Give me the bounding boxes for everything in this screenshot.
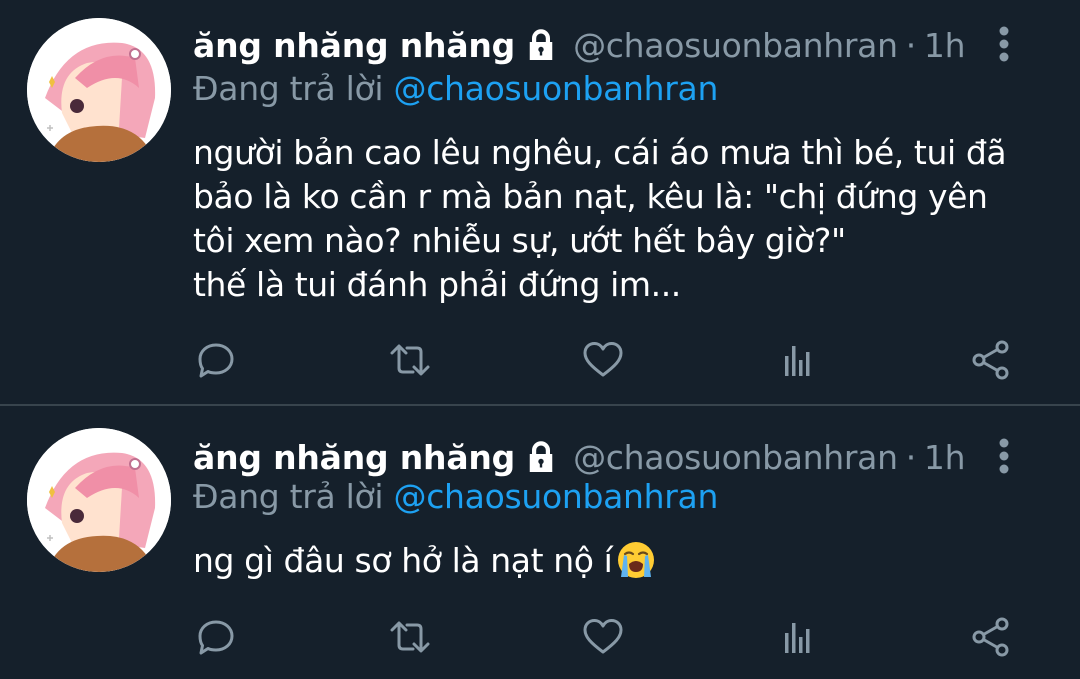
analytics-icon (785, 346, 810, 376)
reply-icon (198, 620, 234, 655)
reply-button[interactable] (191, 612, 241, 662)
retweet-button[interactable] (385, 335, 435, 385)
tweet-text-line: ng gì đâu sơ hở là nạt nộ í (193, 539, 1050, 583)
loudly-crying-face-emoji-icon (618, 542, 655, 578)
analytics-button[interactable] (771, 612, 821, 662)
display-name[interactable]: ăng nhăng nhăng (193, 26, 515, 65)
reply-mention-link[interactable]: @chaosuonbanhran (394, 477, 719, 516)
user-handle[interactable]: @chaosuonbanhran (573, 26, 898, 65)
timestamp[interactable]: 1h (924, 438, 966, 477)
reply-mention-link[interactable]: @chaosuonbanhran (394, 69, 719, 108)
analytics-button[interactable] (771, 335, 821, 385)
more-vertical-icon[interactable] (996, 24, 1012, 64)
tweet-header: ăng nhăng nhăng @chaosuonbanhran · 1h (193, 434, 1060, 480)
separator-dot: · (905, 437, 917, 477)
replying-to: Đang trả lời @chaosuonbanhran (193, 477, 718, 521)
tweet-item[interactable]: ăng nhăng nhăng @chaosuonbanhran · 1h Đa… (0, 406, 1080, 679)
share-button[interactable] (966, 335, 1016, 385)
tweet-text-content: ng gì đâu sơ hở là nạt nộ í (193, 541, 613, 580)
anime-pink-hair-avatar-icon (27, 428, 171, 572)
lock-icon (529, 441, 553, 472)
tweet-text-line: bảo là ko cần r mà bản nạt, kêu là: "chị… (193, 177, 988, 216)
replying-to: Đang trả lời @chaosuonbanhran (193, 69, 718, 113)
more-vertical-icon[interactable] (996, 436, 1012, 476)
avatar[interactable] (27, 18, 171, 162)
tweet-header: ăng nhăng nhăng @chaosuonbanhran · 1h (193, 22, 1060, 68)
user-handle[interactable]: @chaosuonbanhran (573, 438, 898, 477)
tweet-text-line: người bản cao lêu nghêu, cái áo mưa thì … (193, 133, 1007, 172)
reply-icon (198, 343, 234, 378)
timestamp[interactable]: 1h (924, 26, 966, 65)
tweet-text: người bản cao lêu nghêu, cái áo mưa thì … (193, 131, 1050, 307)
reply-button[interactable] (191, 335, 241, 385)
heart-icon (583, 342, 623, 377)
avatar[interactable] (27, 428, 171, 572)
tweet-text: ng gì đâu sơ hở là nạt nộ í (193, 539, 1050, 583)
tweet-feed: ăng nhăng nhăng @chaosuonbanhran · 1h Đa… (0, 0, 1080, 679)
separator-dot: · (905, 25, 917, 65)
tweet-actions (0, 612, 1080, 662)
retweet-icon (390, 344, 430, 376)
tweet-item[interactable]: ăng nhăng nhăng @chaosuonbanhran · 1h Đa… (0, 0, 1080, 404)
share-icon (972, 340, 1009, 380)
share-button[interactable] (966, 612, 1016, 662)
tweet-text-line: tôi xem nào? nhiễu sự, ướt hết bây giờ?" (193, 221, 846, 260)
anime-pink-hair-avatar-icon (27, 18, 171, 162)
tweet-actions (0, 335, 1080, 385)
like-button[interactable] (578, 612, 628, 662)
retweet-button[interactable] (385, 612, 435, 662)
retweet-icon (390, 621, 430, 653)
lock-icon (529, 29, 553, 60)
share-icon (972, 617, 1009, 657)
tweet-text-line: thế là tui đánh phải đứng im... (193, 265, 681, 304)
heart-icon (583, 619, 623, 654)
analytics-icon (785, 623, 810, 653)
display-name[interactable]: ăng nhăng nhăng (193, 438, 515, 477)
replying-to-label: Đang trả lời (193, 69, 384, 108)
replying-to-label: Đang trả lời (193, 477, 384, 516)
like-button[interactable] (578, 335, 628, 385)
